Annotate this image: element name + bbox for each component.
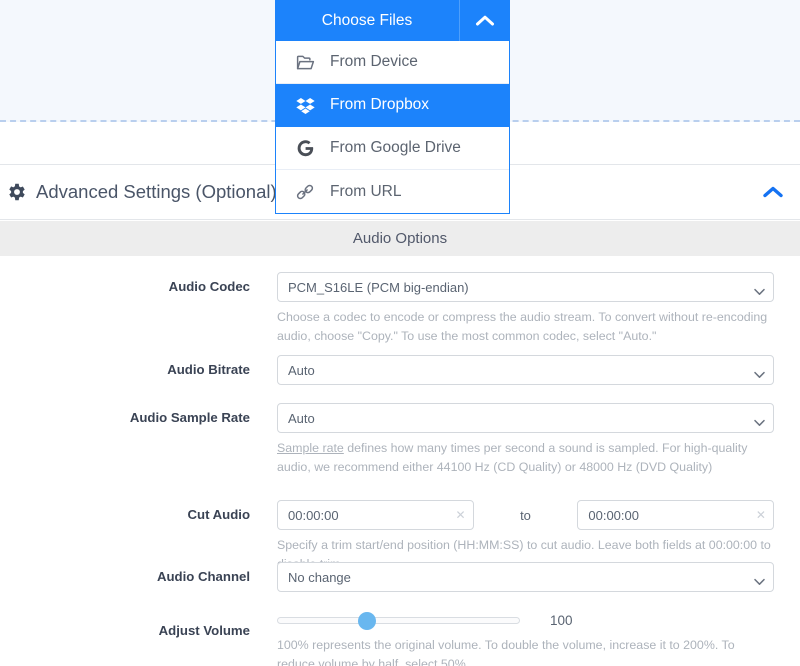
audio-codec-select[interactable]: PCM_S16LE (PCM big-endian) bbox=[277, 272, 774, 302]
row-audio-sample-rate: Audio Sample Rate Auto Sample rate defin… bbox=[0, 394, 800, 474]
audio-options-form: Audio Codec PCM_S16LE (PCM big-endian) C… bbox=[0, 256, 800, 666]
slider-track bbox=[277, 617, 520, 624]
choose-files-button-label[interactable]: Choose Files bbox=[275, 0, 460, 41]
adjust-volume-label: Adjust Volume bbox=[158, 623, 250, 638]
link-icon bbox=[294, 181, 316, 203]
cut-audio-end-input[interactable] bbox=[577, 500, 774, 530]
row-audio-bitrate: Audio Bitrate Auto bbox=[0, 346, 800, 394]
google-icon bbox=[294, 137, 316, 159]
menu-item-label: From Dropbox bbox=[330, 96, 430, 113]
folder-open-icon bbox=[294, 51, 316, 73]
cut-audio-label: Cut Audio bbox=[187, 507, 251, 522]
audio-codec-label: Audio Codec bbox=[168, 279, 250, 294]
adjust-volume-value: 100 bbox=[550, 612, 573, 628]
audio-bitrate-select[interactable]: Auto bbox=[277, 355, 774, 385]
advanced-settings-collapse-chevron-up-icon[interactable] bbox=[760, 183, 786, 201]
choose-files-menu: From Device From Dropbox From Google Dri… bbox=[275, 41, 510, 214]
cut-audio-start-input[interactable] bbox=[277, 500, 474, 530]
page-root: Or drop for more Advanced Settings (Opti… bbox=[0, 0, 800, 666]
audio-options-section-bar: Audio Options bbox=[0, 221, 800, 256]
cut-audio-start-box: ✕ bbox=[277, 500, 474, 530]
row-adjust-volume: Adjust Volume 100 100% represents the or… bbox=[0, 601, 800, 666]
advanced-settings-title: Advanced Settings (Optional) bbox=[36, 181, 277, 202]
choose-files-button[interactable]: Choose Files bbox=[275, 0, 510, 41]
clear-x-icon[interactable]: ✕ bbox=[456, 509, 466, 521]
dropbox-icon bbox=[294, 94, 316, 116]
audio-bitrate-label: Audio Bitrate bbox=[167, 362, 250, 377]
audio-options-title: Audio Options bbox=[352, 230, 448, 247]
menu-item-from-google-drive[interactable]: From Google Drive bbox=[276, 127, 509, 170]
cut-audio-end-box: ✕ bbox=[577, 500, 774, 530]
row-cut-audio: Cut Audio ✕ to ✕ Specify a trim start/en… bbox=[0, 470, 800, 571]
choose-files-toggle-chevron-up-icon[interactable] bbox=[460, 0, 510, 41]
audio-sample-rate-label: Audio Sample Rate bbox=[129, 410, 250, 425]
choose-files-dropdown: Choose Files From Device From Dropbox Fr… bbox=[275, 0, 510, 214]
audio-channel-label: Audio Channel bbox=[156, 569, 250, 584]
menu-item-label: From Google Drive bbox=[330, 139, 461, 156]
menu-item-from-url[interactable]: From URL bbox=[276, 170, 509, 213]
adjust-volume-slider[interactable] bbox=[277, 610, 520, 630]
menu-item-label: From URL bbox=[330, 182, 402, 200]
sample-rate-link[interactable]: Sample rate bbox=[277, 441, 344, 455]
audio-channel-select[interactable]: No change bbox=[277, 562, 774, 592]
cut-audio-separator-label: to bbox=[520, 507, 531, 523]
clear-x-icon[interactable]: ✕ bbox=[756, 509, 766, 521]
slider-thumb[interactable] bbox=[358, 612, 376, 630]
menu-item-label: From Device bbox=[330, 53, 418, 70]
gear-icon bbox=[6, 181, 28, 203]
row-audio-channel: Audio Channel No change bbox=[0, 553, 800, 601]
audio-sample-rate-select[interactable]: Auto bbox=[277, 403, 774, 433]
audio-codec-help-text: Choose a codec to encode or compress the… bbox=[277, 310, 768, 343]
menu-item-from-device[interactable]: From Device bbox=[276, 41, 509, 84]
row-audio-codec: Audio Codec PCM_S16LE (PCM big-endian) C… bbox=[0, 256, 800, 346]
menu-item-from-dropbox[interactable]: From Dropbox bbox=[276, 84, 509, 127]
adjust-volume-help-text: 100% represents the original volume. To … bbox=[277, 638, 735, 666]
